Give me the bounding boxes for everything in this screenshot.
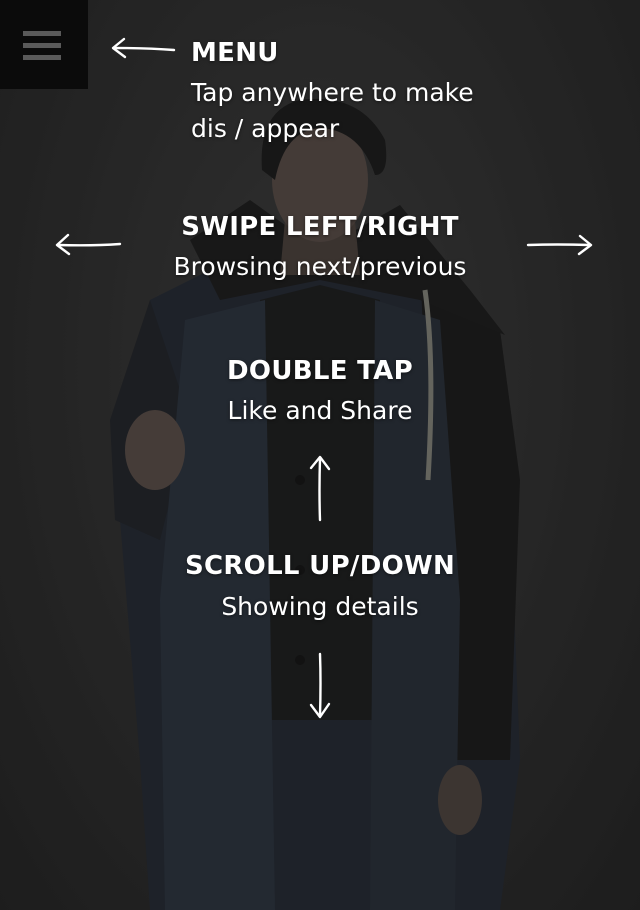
swipe-heading: SWIPE LEFT/RIGHT	[181, 212, 459, 242]
menu-text-line1: Tap anywhere to make	[191, 78, 474, 107]
scroll-heading: SCROLL UP/DOWN	[184, 551, 456, 581]
arrow-down-icon	[309, 652, 331, 719]
arrow-left-icon	[111, 37, 176, 59]
menu-button[interactable]	[0, 0, 88, 89]
swipe-text: Browsing next/previous	[173, 252, 467, 281]
menu-heading: MENU	[191, 38, 279, 68]
scroll-text: Showing details	[221, 592, 419, 621]
menu-text-line2: dis / appear	[191, 114, 340, 143]
gesture-tutorial-overlay[interactable]: MENU Tap anywhere to make dis / appear S…	[0, 0, 640, 910]
double-tap-heading: DOUBLE TAP	[227, 356, 413, 386]
arrow-up-icon	[309, 455, 331, 522]
double-tap-text: Like and Share	[227, 396, 413, 425]
